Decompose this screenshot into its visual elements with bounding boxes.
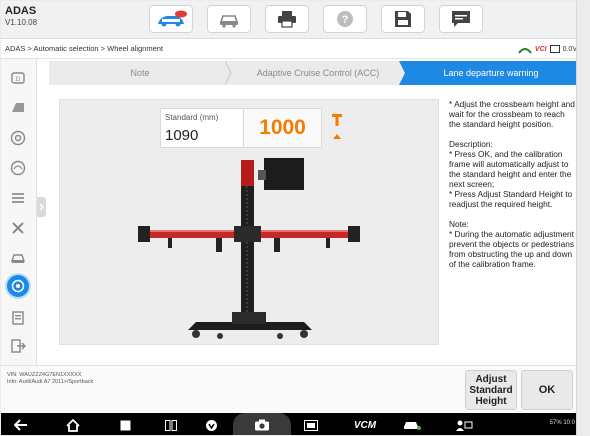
app-title: ADAS — [5, 5, 37, 17]
exit-icon — [11, 339, 26, 353]
recents-square-icon — [120, 420, 130, 430]
sidebar-item-tools[interactable] — [7, 217, 29, 239]
chevron-right-icon — [39, 203, 44, 211]
car-icon — [404, 422, 421, 430]
recents-button[interactable] — [115, 417, 135, 433]
svg-text:?: ? — [342, 14, 349, 26]
sidebar-item-grid[interactable] — [7, 187, 29, 209]
screenshot-button[interactable] — [233, 413, 291, 435]
sidebar-item-radar[interactable] — [7, 157, 29, 179]
printer-icon — [278, 11, 296, 28]
tools-icon — [12, 222, 24, 234]
sidebar-collapse-handle[interactable] — [37, 197, 46, 217]
app-screen: ADAS V1.10.08 ? ADAS > Automatic selecti… — [1, 1, 577, 435]
step-note[interactable]: Note — [49, 61, 231, 85]
sidebar-item-exit[interactable] — [7, 335, 29, 357]
main-content: Standard (mm) 1090 1000 * Adjust the cro… — [49, 85, 576, 365]
report-icon — [12, 311, 24, 325]
save-icon — [395, 11, 411, 27]
system-nav-bar: VCM 57% 10:0 — [1, 413, 576, 435]
adjust-standard-height-button[interactable]: Adjust Standard Height — [465, 370, 517, 410]
vcm-button[interactable]: VCM — [345, 417, 385, 433]
target-board — [264, 158, 304, 190]
breadcrumb: ADAS > Automatic selection > Wheel align… — [5, 44, 163, 53]
battery-icon — [549, 45, 560, 53]
windshield-icon — [12, 103, 24, 112]
wheel-icon — [10, 130, 26, 146]
vci-status: VCI 0.0V — [518, 43, 577, 55]
remote-expert-icon — [456, 420, 473, 431]
grid-icon — [12, 193, 24, 203]
car-connect-icon — [219, 15, 239, 28]
app-version: V1.10.08 — [5, 18, 38, 27]
vehicle-info-text: Info: Audi/Audi A7 2011>/Sportback — [7, 379, 94, 385]
top-toolbar: ADAS V1.10.08 ? — [1, 1, 576, 39]
voltage-value: 0.0V — [562, 45, 577, 53]
calibration-stage: Standard (mm) 1090 1000 — [59, 99, 439, 345]
browser-icon — [205, 419, 217, 431]
autel-car-icon — [158, 10, 187, 27]
ok-button[interactable]: OK — [521, 370, 573, 410]
radar-icon — [10, 160, 26, 176]
footer: VIN: WAUZZZ4G7EN1XXXXX Info: Audi/Audi A… — [1, 365, 576, 413]
multi-window-icon — [165, 419, 177, 431]
screen-record-icon — [304, 419, 318, 431]
tablet-frame: ADAS V1.10.08 ? ADAS > Automatic selecti… — [0, 0, 590, 436]
print-button[interactable] — [265, 5, 309, 33]
home-button[interactable] — [63, 417, 83, 433]
sidebar-item-adas[interactable] — [7, 275, 29, 297]
vehicle-icon — [11, 254, 25, 263]
browser-button[interactable] — [201, 417, 221, 433]
save-button[interactable] — [381, 5, 425, 33]
instructions-text: * Adjust the crossbeam height and wait f… — [449, 99, 575, 269]
sidebar-item-wheel[interactable] — [7, 127, 29, 149]
vehicle-quick-button[interactable] — [401, 417, 423, 433]
calibration-frame-illustration — [138, 158, 360, 339]
sidebar-item-report[interactable] — [7, 307, 29, 329]
vehicle-connect-button[interactable] — [207, 5, 251, 33]
step-separator — [225, 61, 232, 85]
help-icon: ? — [337, 11, 353, 27]
message-icon — [452, 11, 470, 27]
back-arrow-icon — [14, 419, 27, 431]
step-acc[interactable]: Adaptive Cruise Control (ACC) — [225, 61, 411, 85]
remote-expert-button[interactable] — [453, 417, 475, 433]
sidebar: D — [1, 59, 37, 365]
sidebar-item-vehicle[interactable] — [7, 247, 29, 269]
step-tabs: Note Adaptive Cruise Control (ACC) Lane … — [49, 61, 576, 85]
adas-icon — [11, 279, 25, 293]
camera-icon — [255, 419, 269, 431]
help-button[interactable]: ? — [323, 5, 367, 33]
home-autel-button[interactable] — [149, 5, 193, 33]
signal-arc-icon — [518, 47, 532, 54]
vin-text: VIN: WAUZZZ4G7EN1XXXXX — [7, 372, 82, 378]
sidebar-item-windshield[interactable] — [7, 97, 29, 119]
screen-record-button[interactable] — [301, 417, 321, 433]
message-button[interactable] — [439, 5, 483, 33]
system-status: 57% 10:0 — [549, 420, 575, 426]
back-button[interactable] — [11, 417, 31, 433]
sidebar-item-diagnostics[interactable]: D — [7, 67, 29, 89]
vci-label: VCI — [534, 45, 547, 53]
vcm-label: VCM — [353, 419, 377, 431]
car-diagnostics-icon: D — [11, 72, 25, 84]
step-lane-departure-warning[interactable]: Lane departure warning — [405, 61, 576, 85]
multi-window-button[interactable] — [161, 417, 181, 433]
breadcrumb-bar: ADAS > Automatic selection > Wheel align… — [1, 39, 577, 59]
home-icon — [66, 418, 80, 432]
step-separator — [399, 61, 411, 85]
svg-text:D: D — [16, 77, 21, 83]
